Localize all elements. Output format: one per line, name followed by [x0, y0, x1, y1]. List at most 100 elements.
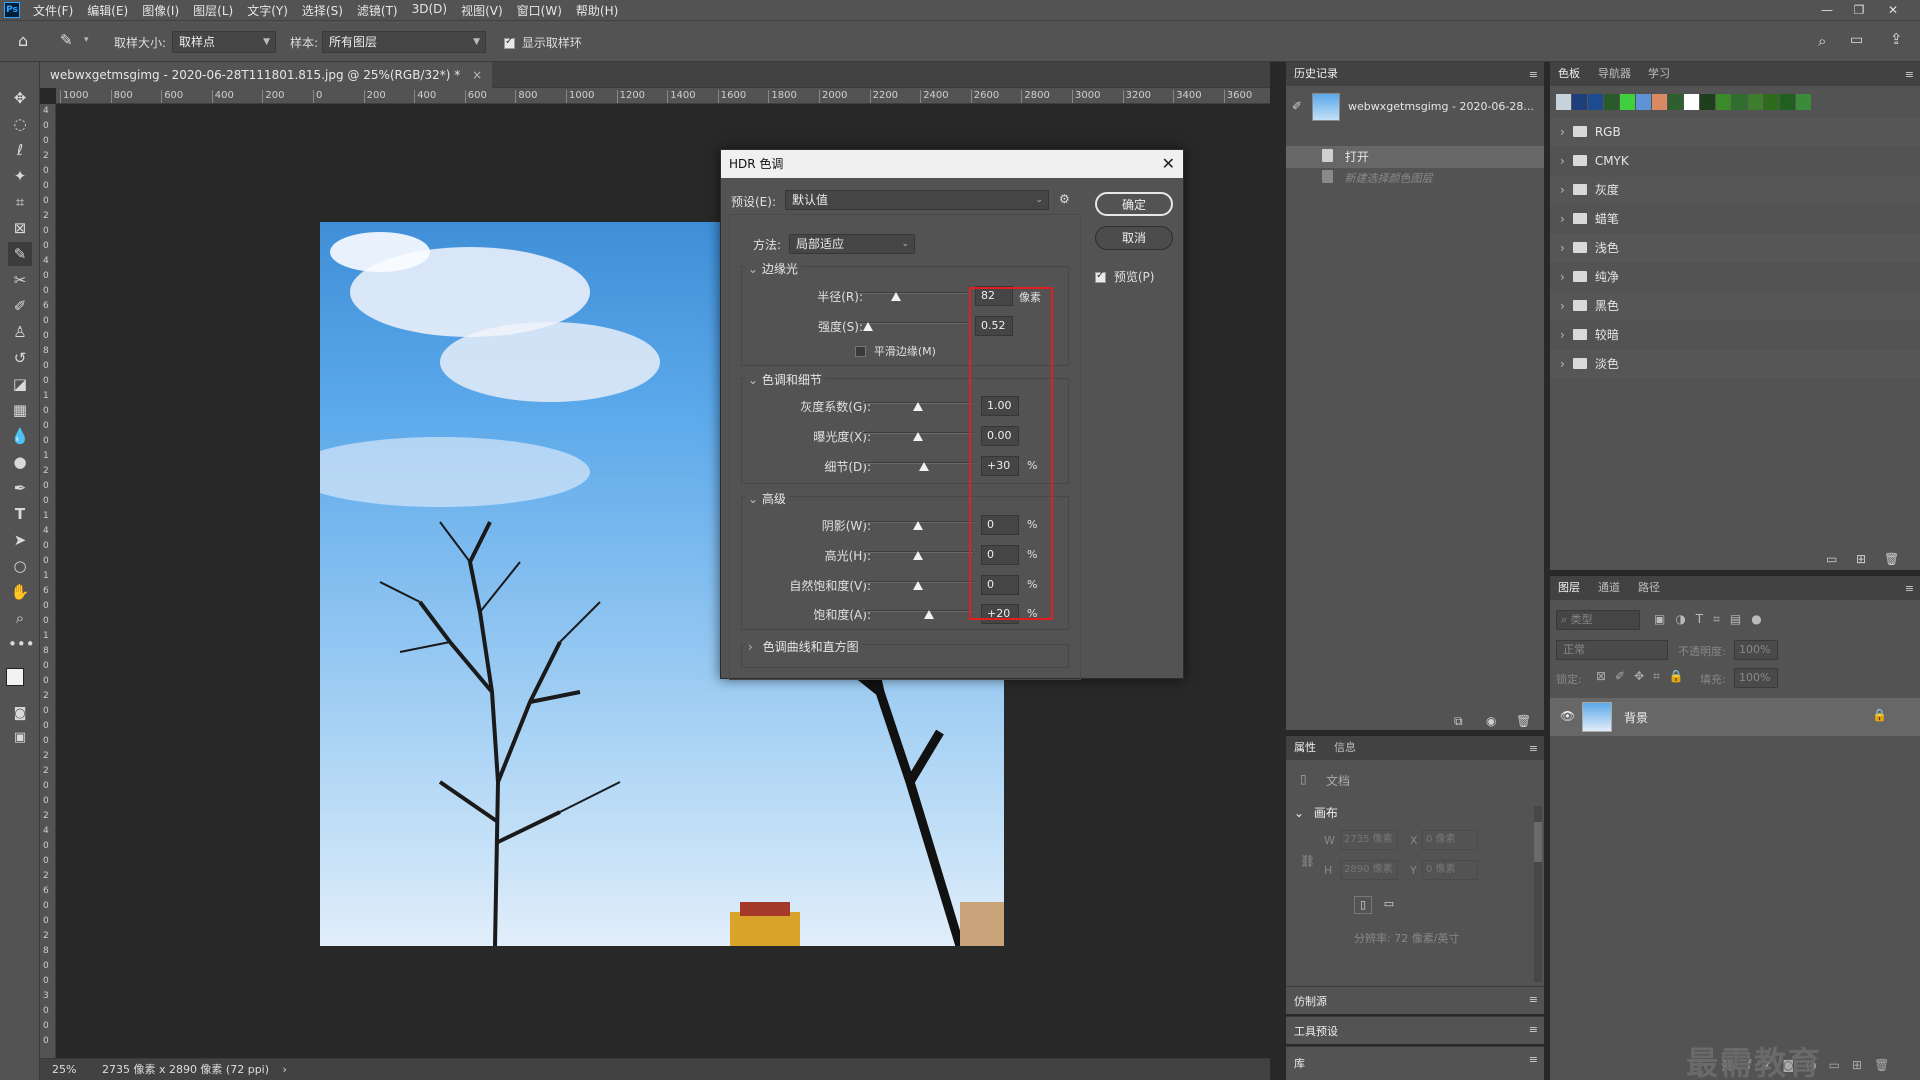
swatch-group-row[interactable]: › 较暗 [1550, 321, 1920, 349]
exposure-slider-thumb[interactable] [913, 432, 923, 441]
new-document-from-state-icon[interactable]: ⧉ [1454, 714, 1463, 729]
color-swatch[interactable] [1588, 94, 1603, 110]
screen-mode-icon[interactable]: ▣ [8, 726, 32, 750]
ok-button[interactable]: 确定 [1095, 192, 1173, 216]
swatch-group-row[interactable]: › 灰度 [1550, 176, 1920, 204]
opacity-input[interactable]: 100% [1734, 640, 1778, 660]
link-icon[interactable]: ⛓ [1300, 854, 1315, 868]
history-item-open[interactable]: 打开 [1286, 146, 1544, 168]
blur-tool-icon[interactable]: 💧 [8, 424, 32, 448]
zoom-tool-icon[interactable]: ⌕ [8, 606, 32, 630]
strength-slider-thumb[interactable] [863, 322, 873, 331]
preset-dropdown[interactable]: 默认值 ⌄ [785, 190, 1049, 210]
menu-item[interactable]: 3D(D) [405, 2, 454, 19]
color-swatch[interactable] [1684, 94, 1699, 110]
type-tool-icon[interactable]: T [8, 502, 32, 526]
document-tab[interactable]: webwxgetmsgimg - 2020-06-28T111801.815.j… [40, 62, 493, 88]
workspace-icon[interactable]: ▭ [1850, 32, 1863, 48]
search-icon[interactable]: ⌕ [1818, 32, 1826, 50]
color-swatch[interactable] [1796, 94, 1811, 110]
trash-icon[interactable]: 🗑 [1516, 714, 1531, 728]
saturation-slider-thumb[interactable] [924, 610, 934, 619]
swatch-group-row[interactable]: › RGB [1550, 118, 1920, 146]
radius-slider-track[interactable] [857, 292, 967, 294]
swatch-group-row[interactable]: › 纯净 [1550, 263, 1920, 291]
color-swatch[interactable] [1764, 94, 1779, 110]
color-swatch[interactable] [1556, 94, 1571, 110]
cancel-button[interactable]: 取消 [1095, 226, 1173, 250]
healing-brush-tool-icon[interactable]: ✂ [8, 268, 32, 292]
show-ring-checkbox[interactable] [504, 36, 515, 49]
portrait-orientation-icon[interactable]: ▯ [1354, 896, 1372, 914]
crop-tool-icon[interactable]: ⌗ [8, 190, 32, 214]
clone-source-panel[interactable]: 仿制源 ≡ [1286, 986, 1544, 1014]
color-swatch[interactable] [1668, 94, 1683, 110]
tool-presets-panel[interactable]: 工具预设 ≡ [1286, 1016, 1544, 1044]
color-swatch[interactable] [1620, 94, 1635, 110]
clone-stamp-tool-icon[interactable]: ♙ [8, 320, 32, 344]
new-swatch-icon[interactable]: ⊞ [1856, 552, 1866, 566]
camera-icon[interactable]: ◉ [1486, 714, 1496, 728]
history-snapshot[interactable]: ✐ webwxgetmsgimg - 2020-06-28... [1286, 90, 1544, 124]
dodge-tool-icon[interactable]: ● [8, 450, 32, 474]
menu-item[interactable]: 图像(I) [135, 2, 186, 19]
lasso-tool-icon[interactable]: ℓ [8, 138, 32, 162]
chevron-right-icon[interactable]: › [1560, 270, 1565, 284]
chevron-right-icon[interactable]: › [1560, 241, 1565, 255]
sample-dropdown[interactable]: 所有图层 ▼ [322, 31, 486, 53]
shadow-slider-thumb[interactable] [913, 521, 923, 530]
tool-preset-chevron-icon[interactable]: ▾ [84, 35, 89, 45]
panel-menu-icon[interactable]: ≡ [1529, 68, 1538, 81]
history-brush-tool-icon[interactable]: ↺ [8, 346, 32, 370]
tone-detail-toggle[interactable]: ⌄ 色调和细节 [745, 371, 825, 388]
chevron-right-icon[interactable]: › [1560, 299, 1565, 313]
menu-item[interactable]: 编辑(E) [80, 2, 135, 19]
zoom-level[interactable]: 25% [52, 1063, 76, 1076]
tab-properties[interactable]: 属性 [1286, 736, 1324, 760]
quick-mask-icon[interactable]: ◙ [8, 702, 32, 726]
properties-scrollbar[interactable] [1534, 806, 1542, 982]
swatch-group-row[interactable]: › CMYK [1550, 147, 1920, 175]
swatch-group-row[interactable]: › 浅色 [1550, 234, 1920, 262]
marquee-tool-icon[interactable]: ◌ [8, 112, 32, 136]
canvas-section-toggle[interactable]: ⌄ 画布 [1294, 804, 1338, 821]
color-swatch[interactable] [1652, 94, 1667, 110]
panel-menu-icon[interactable]: ≡ [1905, 582, 1914, 595]
panel-menu-icon[interactable]: ≡ [1529, 1053, 1538, 1066]
radius-slider-thumb[interactable] [890, 292, 901, 301]
tab-channels[interactable]: 通道 [1590, 576, 1628, 600]
home-icon[interactable]: ⌂ [18, 31, 28, 50]
chevron-right-icon[interactable]: › [1560, 154, 1565, 168]
preview-checkbox[interactable] [1095, 270, 1106, 283]
scrollbar-thumb[interactable] [1534, 822, 1542, 862]
color-swatch[interactable] [1572, 94, 1587, 110]
width-input[interactable]: 2735 像素 [1340, 830, 1398, 850]
smooth-edges-option[interactable]: 平滑边缘(M) [855, 343, 936, 359]
tab-navigator[interactable]: 导航器 [1590, 62, 1639, 86]
vibrance-slider-thumb[interactable] [913, 581, 923, 590]
menu-item[interactable]: 窗口(W) [510, 2, 569, 19]
close-icon[interactable]: ✕ [1162, 150, 1175, 178]
pen-tool-icon[interactable]: ✒ [8, 476, 32, 500]
color-swatch[interactable] [1700, 94, 1715, 110]
chevron-right-icon[interactable]: › [1560, 357, 1565, 371]
fill-input[interactable]: 100% [1734, 668, 1778, 688]
foreground-color-swatch[interactable] [6, 668, 24, 686]
height-input[interactable]: 2890 像素 [1340, 860, 1398, 880]
layer-filter-icons[interactable]: ▣◑T⌗▤● [1654, 612, 1772, 627]
minimize-icon[interactable]: — [1814, 0, 1840, 20]
x-input[interactable]: 0 像素 [1422, 830, 1478, 850]
color-swatch[interactable] [1716, 94, 1731, 110]
status-arrow-icon[interactable]: › [283, 1063, 287, 1076]
sample-size-dropdown[interactable]: 取样点 ▼ [172, 31, 276, 53]
close-window-icon[interactable]: ✕ [1880, 0, 1906, 20]
panel-menu-icon[interactable]: ≡ [1529, 993, 1538, 1006]
close-tab-icon[interactable]: × [472, 68, 482, 82]
ellipse-tool-icon[interactable]: ○ [8, 554, 32, 578]
tab-history[interactable]: 历史记录 [1286, 62, 1346, 86]
blend-mode-dropdown[interactable]: 正常 [1556, 640, 1668, 660]
color-swatch[interactable] [1748, 94, 1763, 110]
history-item-new-layer[interactable]: 新建选择颜色图层 [1286, 168, 1544, 190]
eyedropper-tool-icon[interactable]: ✎ [8, 242, 32, 266]
swatch-group-row[interactable]: › 淡色 [1550, 350, 1920, 378]
